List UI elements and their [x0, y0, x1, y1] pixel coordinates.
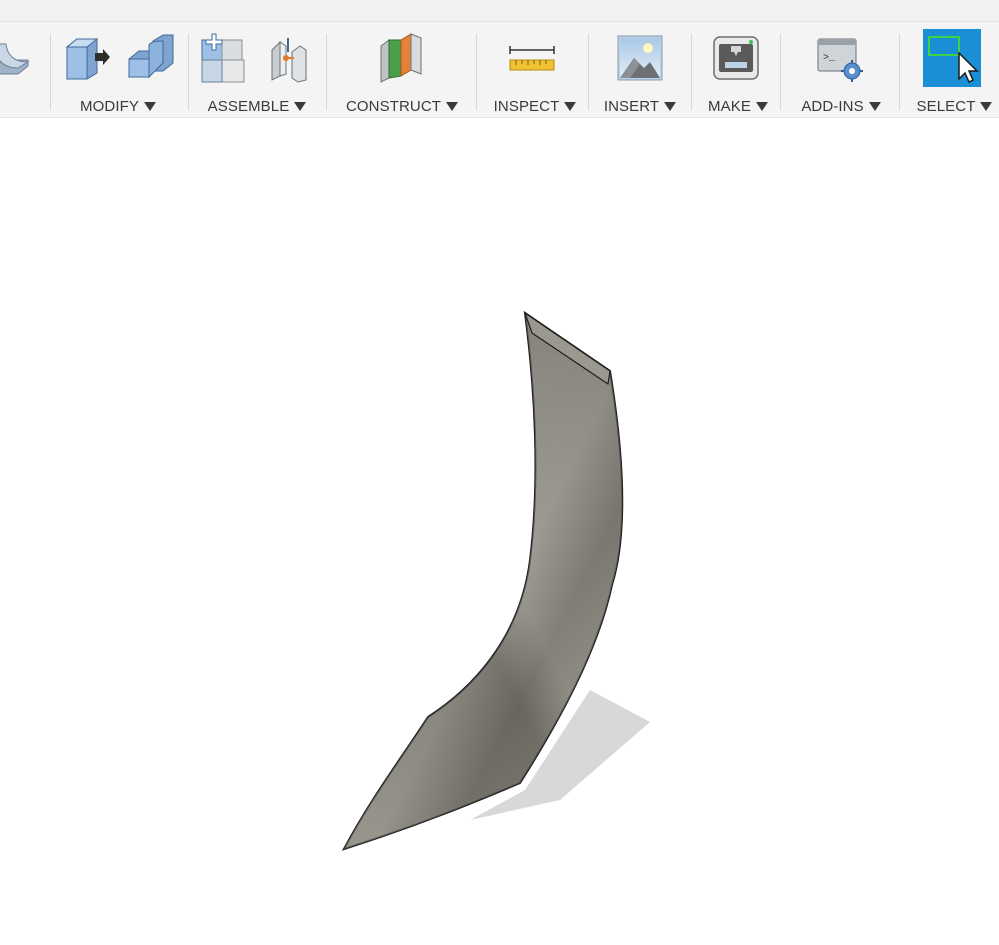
insert-menu[interactable]: INSERT — [598, 96, 682, 116]
construct-label: CONSTRUCT — [345, 97, 442, 115]
caret-down-icon — [446, 101, 459, 111]
measure-icon[interactable] — [506, 30, 558, 86]
caret-down-icon — [294, 101, 307, 111]
sculpt-partial-icon[interactable] — [0, 30, 38, 86]
press-pull-icon[interactable] — [60, 30, 112, 86]
construct-menu[interactable]: CONSTRUCT — [338, 96, 466, 116]
addins-menu[interactable]: ADD-INS — [792, 96, 890, 116]
fillet-icon[interactable] — [124, 30, 176, 86]
inspect-menu[interactable]: INSPECT — [488, 96, 582, 116]
separator — [899, 34, 900, 110]
separator — [50, 34, 51, 110]
make-label: MAKE — [708, 97, 751, 115]
assemble-menu[interactable]: ASSEMBLE — [198, 96, 316, 116]
offset-plane-icon[interactable] — [375, 30, 427, 86]
ribbon-toolbar: MODIFY ASSEMBLE CONSTRUCT INSPECT INSERT… — [0, 22, 999, 118]
curved-surface-body[interactable] — [0, 118, 999, 940]
select-tool-button[interactable] — [923, 29, 981, 87]
3d-viewport[interactable] — [0, 118, 999, 940]
separator — [476, 34, 477, 110]
select-menu[interactable]: SELECT — [910, 96, 999, 116]
separator — [326, 34, 327, 110]
addins-label: ADD-INS — [801, 97, 864, 115]
caret-down-icon — [564, 101, 577, 111]
insert-label: INSERT — [603, 97, 660, 115]
assemble-label: ASSEMBLE — [207, 97, 290, 115]
caret-down-icon — [143, 101, 156, 111]
select-label: SELECT — [916, 97, 976, 115]
separator — [588, 34, 589, 110]
scripts-addins-icon[interactable]: >_ — [814, 30, 866, 86]
modify-menu[interactable]: MODIFY — [62, 96, 174, 116]
modify-label: MODIFY — [80, 97, 139, 115]
caret-down-icon — [868, 101, 881, 111]
3d-print-icon[interactable] — [710, 30, 762, 86]
svg-text:>_: >_ — [823, 53, 836, 64]
caret-down-icon — [980, 101, 993, 111]
title-strip — [0, 0, 999, 22]
inspect-label: INSPECT — [493, 97, 560, 115]
caret-down-icon — [664, 101, 677, 111]
separator — [691, 34, 692, 110]
separator — [188, 34, 189, 110]
select-icon — [928, 36, 979, 84]
new-component-icon[interactable] — [198, 30, 250, 86]
make-menu[interactable]: MAKE — [702, 96, 774, 116]
joint-icon[interactable] — [262, 30, 314, 86]
caret-down-icon — [755, 101, 768, 111]
separator — [780, 34, 781, 110]
insert-image-icon[interactable] — [614, 30, 666, 86]
